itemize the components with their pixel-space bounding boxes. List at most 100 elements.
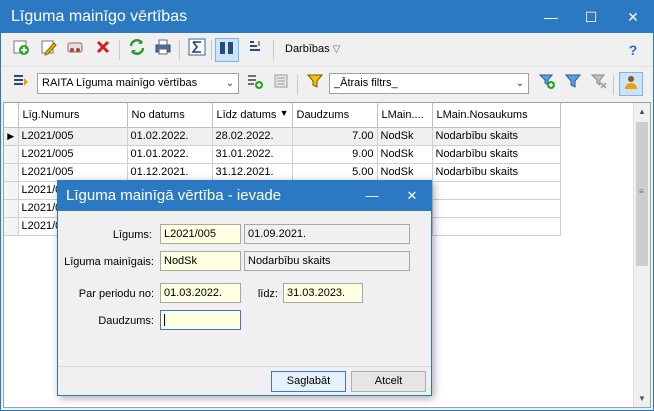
mainigais-field[interactable]: NodSk [160, 251, 241, 271]
table-cell[interactable]: 9.00 [292, 145, 378, 164]
grid-indicator-header [4, 103, 19, 128]
filter-settings-icon[interactable] [561, 72, 585, 96]
period-to-value: 31.03.2023. [287, 287, 346, 299]
user-filter-icon[interactable] [619, 72, 643, 96]
row-indicator[interactable] [4, 145, 19, 164]
quick-filter-value: _Ātrais filtrs_ [334, 77, 398, 89]
column-header[interactable]: LMain.... [377, 103, 433, 128]
filter-icon[interactable] [303, 72, 327, 96]
scroll-up-icon[interactable]: ▲ [634, 103, 650, 120]
table-cell[interactable]: L2021/005 [18, 163, 128, 182]
add-icon[interactable] [9, 38, 33, 62]
sort-icon[interactable] [243, 38, 267, 62]
table-cell[interactable] [432, 199, 561, 218]
report-combo-value: RAITA Līguma mainīgo vērtības [42, 77, 198, 89]
text-caret [164, 314, 165, 326]
delete-icon[interactable] [91, 38, 115, 62]
table-cell[interactable]: 01.02.2022. [127, 127, 213, 146]
minimize-button[interactable]: — [531, 1, 571, 33]
toolbar-separator [179, 40, 180, 60]
mainigais-name-value: Nodarbību skaits [248, 255, 331, 267]
toolbar-separator [211, 40, 212, 60]
scroll-down-icon[interactable]: ▼ [634, 390, 650, 407]
copy-icon[interactable] [63, 38, 87, 62]
period-from-field[interactable]: 01.03.2022. [160, 283, 241, 303]
entry-dialog: Līguma mainīgā vērtība - ievade — ✕ Līgu… [57, 180, 432, 396]
cancel-button[interactable]: Atcelt [351, 371, 426, 392]
window-titlebar[interactable]: Līguma mainīgo vērtības — ☐ ✕ [1, 1, 653, 33]
period-to-field[interactable]: 31.03.2023. [283, 283, 363, 303]
table-cell[interactable]: 5.00 [292, 163, 378, 182]
row-indicator[interactable] [4, 181, 19, 200]
grid-header-row: Līg.Numurs No datums Līdz datums ▼ Daudz… [4, 103, 561, 128]
toolbar-separator [273, 40, 274, 60]
report-select-icon[interactable] [9, 72, 33, 96]
column-header[interactable]: No datums [127, 103, 213, 128]
column-header[interactable]: Daudzums [292, 103, 378, 128]
table-cell[interactable]: NodSk [377, 127, 433, 146]
current-row-indicator-icon[interactable]: ▶ [4, 127, 19, 146]
report-list-icon[interactable] [269, 72, 293, 96]
table-cell[interactable]: 31.12.2021. [212, 163, 293, 182]
close-button[interactable]: ✕ [613, 1, 653, 33]
ligums-field[interactable]: L2021/005 [160, 224, 241, 244]
toolbar-separator [297, 75, 298, 95]
remove-filter-icon[interactable] [587, 72, 611, 96]
grip-icon: ≡ [639, 187, 644, 196]
edit-icon[interactable] [37, 38, 61, 62]
help-icon[interactable]: ? [621, 38, 645, 62]
mainigais-code-value: NodSk [164, 255, 198, 267]
table-cell[interactable] [432, 217, 561, 236]
dialog-titlebar[interactable]: Līguma mainīgā vērtība - ievade — ✕ [58, 181, 431, 211]
refresh-icon[interactable] [125, 38, 149, 62]
column-header-sorted[interactable]: Līdz datums ▼ [212, 103, 293, 128]
report-combo[interactable]: RAITA Līguma mainīgo vērtības ⌄ [37, 73, 239, 94]
table-cell[interactable]: L2021/005 [18, 127, 128, 146]
vertical-scrollbar[interactable]: ▲ ≡ ▼ [633, 103, 650, 407]
period-from-value: 01.03.2022. [164, 287, 223, 299]
add-filter-icon[interactable] [535, 72, 559, 96]
ligums-label: Līgums: [112, 229, 152, 241]
table-cell[interactable]: Nodarbību skaits [432, 127, 561, 146]
column-header[interactable]: Līg.Numurs [18, 103, 128, 128]
daudzums-input[interactable] [160, 310, 241, 330]
columns-icon[interactable] [215, 38, 239, 62]
toolbar-separator [613, 75, 614, 95]
table-row[interactable]: L2021/005 01.12.2021. 31.12.2021. 5.00 NodSk… [4, 163, 561, 182]
table-cell[interactable]: Nodarbību skaits [432, 145, 561, 164]
dialog-minimize-button[interactable]: — [358, 181, 386, 211]
dialog-title: Līguma mainīgā vērtība - ievade [66, 187, 282, 204]
daudzums-label: Daudzums: [98, 315, 154, 327]
chevron-down-icon[interactable]: ⌄ [222, 74, 238, 93]
column-header[interactable]: LMain.Nosaukums [432, 103, 561, 128]
print-icon[interactable] [151, 38, 175, 62]
table-cell[interactable]: NodSk [377, 145, 433, 164]
ligums-date-field: 01.09.2021. [244, 224, 410, 244]
table-cell[interactable]: 31.01.2022. [212, 145, 293, 164]
ligums-value: L2021/005 [164, 228, 216, 240]
darbibas-menu[interactable]: Darbības ▽ [285, 43, 340, 55]
period-from-label: Par periodu no: [78, 288, 154, 300]
table-cell[interactable] [432, 181, 561, 200]
table-row[interactable]: L2021/005 01.01.2022. 31.01.2022. 9.00 NodSk… [4, 145, 561, 164]
maximize-button[interactable]: ☐ [571, 1, 611, 33]
table-cell[interactable]: L2021/005 [18, 145, 128, 164]
ligums-date-value: 01.09.2021. [248, 228, 307, 240]
row-indicator[interactable] [4, 163, 19, 182]
quick-filter-combo[interactable]: _Ātrais filtrs_ ⌄ [329, 73, 529, 94]
save-button[interactable]: Saglabāt [271, 371, 346, 392]
table-cell[interactable]: 7.00 [292, 127, 378, 146]
table-cell[interactable]: NodSk [377, 163, 433, 182]
dialog-close-button[interactable]: ✕ [398, 181, 426, 211]
chevron-down-icon[interactable]: ⌄ [512, 74, 528, 93]
row-indicator[interactable] [4, 199, 19, 218]
table-cell[interactable]: 01.12.2021. [127, 163, 213, 182]
table-row[interactable]: ▶ L2021/005 01.02.2022. 28.02.2022. 7.00 NodS… [4, 127, 561, 146]
add-report-icon[interactable] [243, 72, 267, 96]
table-cell[interactable]: Nodarbību skaits [432, 163, 561, 182]
sum-icon[interactable] [185, 38, 209, 62]
table-cell[interactable]: 28.02.2022. [212, 127, 293, 146]
darbibas-label: Darbības [285, 43, 330, 55]
row-indicator[interactable] [4, 217, 19, 236]
table-cell[interactable]: 01.01.2022. [127, 145, 213, 164]
